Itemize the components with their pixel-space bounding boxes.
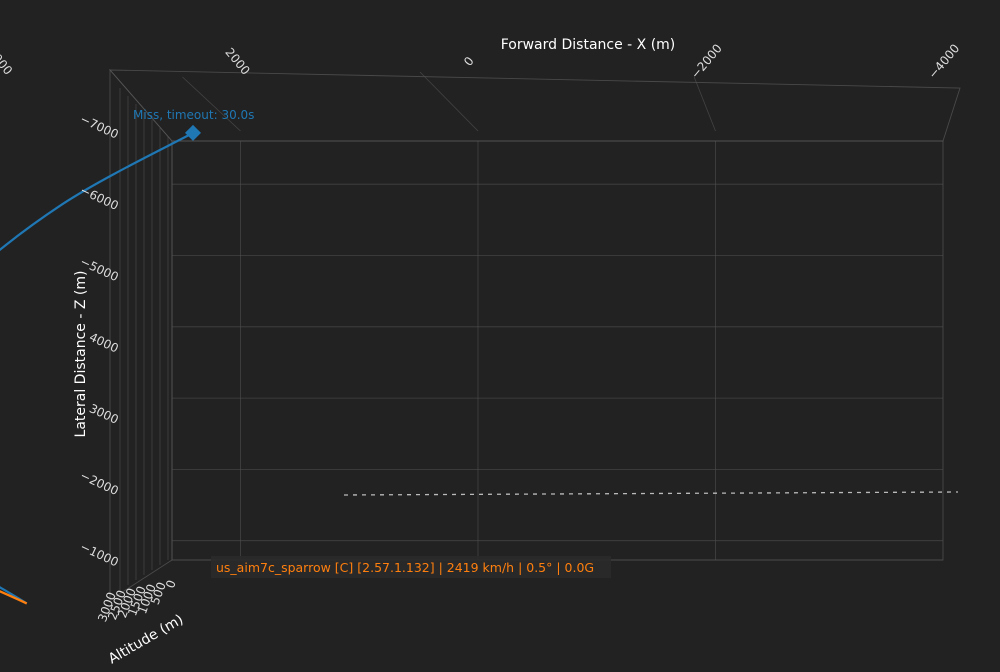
hover-tooltip-text: us_aim7c_sparrow [C] [2.57.1.132] | 2419…	[216, 560, 594, 575]
chart-area[interactable]: 400020000−2000−4000−6000−1000−2000300040…	[0, 0, 1000, 668]
hover-tooltip: us_aim7c_sparrow [C] [2.57.1.132] | 2419…	[211, 556, 611, 578]
x-axis-title: Forward Distance - X (m)	[501, 37, 676, 53]
chart-svg[interactable]: 400020000−2000−4000−6000−1000−2000300040…	[0, 0, 1000, 668]
series-end-label: Miss, timeout: 30.0s	[133, 108, 254, 122]
z-axis-title: Lateral Distance - Z (m)	[73, 271, 89, 438]
